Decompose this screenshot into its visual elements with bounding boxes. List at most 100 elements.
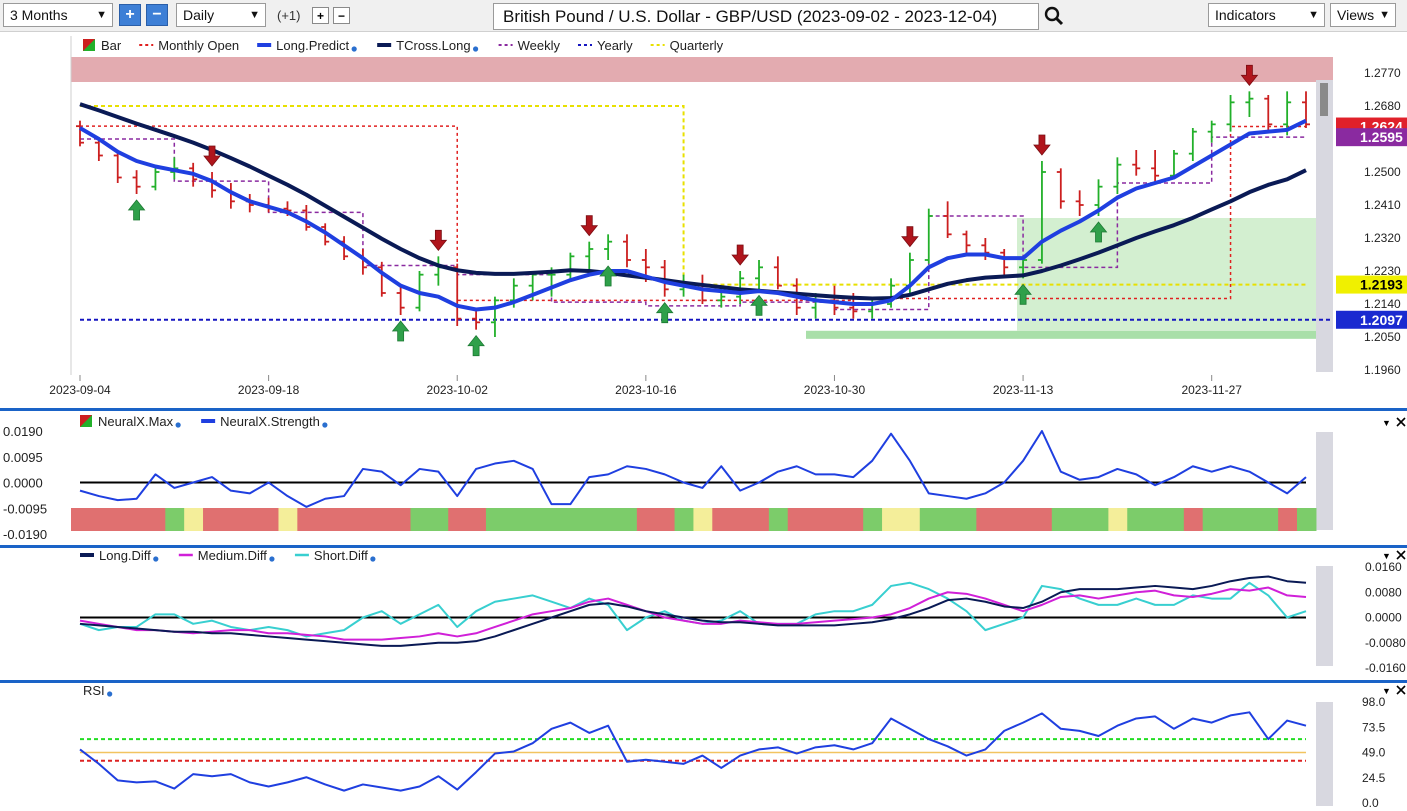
neural-scrollbar[interactable] xyxy=(1316,432,1333,530)
neuralx-max-block xyxy=(863,508,883,531)
neuralx-max-block xyxy=(806,508,827,531)
neuralx-max-block xyxy=(221,508,242,531)
medium-diff-line xyxy=(79,586,1307,641)
rsi-axis-label: 24.5 xyxy=(1362,771,1386,785)
short-diff-line xyxy=(79,581,1307,638)
neuralx-max-block xyxy=(71,508,91,531)
price-axis-label: 1.2770 xyxy=(1364,66,1401,80)
price-scrollbar-thumb[interactable] xyxy=(1320,83,1328,116)
price-axis-label: 1.2500 xyxy=(1364,165,1401,179)
chart-area[interactable]: 1.27701.26801.25001.24101.23201.22301.21… xyxy=(0,32,1407,811)
legend-dot-icon xyxy=(351,46,357,52)
rsi-axis-label: 49.0 xyxy=(1362,746,1386,760)
legend-label: Yearly xyxy=(597,38,633,53)
neuralx-max-block xyxy=(89,508,110,531)
range-dropdown[interactable]: 3 Months ▼ xyxy=(3,3,113,27)
neuralx-max-block xyxy=(995,508,1015,531)
pane-collapse-icon: ▼ xyxy=(1382,686,1391,696)
indicators-dropdown[interactable]: Indicators ▼ xyxy=(1208,3,1325,27)
legend-label: RSI xyxy=(83,683,105,698)
price-axis-label: 1.1960 xyxy=(1364,363,1401,377)
resistance-zone xyxy=(71,57,1333,82)
legend-label: Monthly Open xyxy=(158,38,239,53)
zoom-out-button[interactable]: − xyxy=(146,4,168,26)
pane-collapse-icon: ▼ xyxy=(1382,418,1391,428)
indicators-label: Indicators xyxy=(1215,7,1276,23)
neuralx-max-block xyxy=(636,508,657,531)
neuralx-max-block xyxy=(825,508,845,531)
date-axis-label: 2023-10-02 xyxy=(427,383,489,397)
diff-pane[interactable]: 0.0160 0.0080 0.0000 -0.0080 -0.0160 Long.Dif… xyxy=(79,548,1406,675)
rsi-axis-label: 98.0 xyxy=(1362,695,1386,709)
rsi-pane[interactable]: 98.0 73.5 49.0 24.5 0.0 RSI ▼ xyxy=(79,683,1406,810)
zoom-in-button[interactable]: + xyxy=(119,4,141,26)
neuralx-max-block xyxy=(335,508,355,531)
neuralx-max-block xyxy=(259,508,280,531)
diff-legend-item[interactable]: Long.Diff xyxy=(80,548,159,563)
neural-legend-item[interactable]: NeuralX.Strength xyxy=(201,414,328,429)
neuralx-max-block xyxy=(542,508,562,531)
price-scrollbar[interactable] xyxy=(1316,80,1333,372)
diff-scrollbar[interactable] xyxy=(1316,566,1333,666)
main-legend-item[interactable]: Bar xyxy=(83,38,122,53)
chevron-down-icon: ▼ xyxy=(96,9,107,21)
price-axis-label: 1.2050 xyxy=(1364,330,1401,344)
neuralx-max-block xyxy=(1070,508,1091,531)
neuralx-max-block xyxy=(1183,508,1204,531)
neuralx-max-block xyxy=(353,508,374,531)
diff-axis-label: -0.0080 xyxy=(1365,636,1406,650)
neuralx-max-block xyxy=(278,508,298,531)
increment-minus-button[interactable]: − xyxy=(333,7,350,24)
legend-label: TCross.Long xyxy=(396,38,470,53)
pane-separator xyxy=(0,545,1407,548)
neural-axis-label: 0.0095 xyxy=(3,450,43,465)
date-axis-label: 2023-11-13 xyxy=(993,383,1054,397)
neuralx-max-block xyxy=(1146,508,1166,531)
neuralx-max-block xyxy=(1259,508,1279,531)
neuralx-max-block xyxy=(938,508,959,531)
neuralx-max-block xyxy=(184,508,204,531)
diff-close-icon[interactable] xyxy=(1396,550,1406,560)
support-zone-upper xyxy=(1017,218,1333,331)
neuralx-max-block xyxy=(1089,508,1109,531)
legend-label: Bar xyxy=(101,38,122,53)
diff-legend-item[interactable]: Medium.Diff xyxy=(178,548,275,563)
neural-axis-label: 0.0000 xyxy=(3,476,43,491)
neuralx-max-block xyxy=(900,508,921,531)
rsi-close-icon[interactable] xyxy=(1396,685,1406,695)
rsi-scrollbar[interactable] xyxy=(1316,702,1333,806)
neuralx-max-block xyxy=(316,508,336,531)
neural-close-icon[interactable] xyxy=(1396,417,1406,427)
neuralx-pane[interactable]: 0.0190 0.0095 0.0000 -0.0095 -0.0190 NeuralX.… xyxy=(3,414,1406,542)
neural-axis-label: -0.0095 xyxy=(3,501,47,516)
views-dropdown[interactable]: Views ▼ xyxy=(1330,3,1396,27)
neuralx-max-block xyxy=(1108,508,1128,531)
neuralx-max-block xyxy=(429,508,449,531)
top-toolbar: 3 Months ▼ + − Daily ▼ (+1) + − British … xyxy=(0,0,1407,32)
interval-value: Daily xyxy=(183,7,215,23)
main-price-pane[interactable]: 1.27701.26801.25001.24101.23201.22301.21… xyxy=(0,36,1407,408)
legend-dot-icon xyxy=(472,46,479,52)
neuralx-max-block xyxy=(1127,508,1147,531)
neuralx-max-block xyxy=(240,508,261,531)
search-icon[interactable] xyxy=(1043,5,1065,27)
neuralx-max-block xyxy=(731,508,751,531)
neuralx-max-block xyxy=(391,508,412,531)
neuralx-max-block xyxy=(1051,508,1072,531)
increment-plus-button[interactable]: + xyxy=(312,7,329,24)
neuralx-strength-line xyxy=(79,430,1307,508)
diff-axis-label: 0.0000 xyxy=(1365,611,1402,625)
neuralx-max-block xyxy=(146,508,166,531)
neuralx-max-block xyxy=(165,508,185,531)
increment-label: (+1) xyxy=(277,8,301,23)
price-axis-label: 1.2680 xyxy=(1364,99,1401,113)
interval-dropdown[interactable]: Daily ▼ xyxy=(176,3,266,27)
neuralx-max-block xyxy=(599,508,619,531)
legend-dot-icon xyxy=(107,691,113,697)
rsi-legend-item[interactable]: RSI xyxy=(83,683,113,698)
symbol-title[interactable]: British Pound / U.S. Dollar - GBP/USD (2… xyxy=(493,3,1039,30)
neural-legend-item[interactable]: NeuralX.Max xyxy=(80,414,181,429)
date-axis-label: 2023-10-30 xyxy=(804,383,866,397)
neuralx-max-block xyxy=(693,508,713,531)
diff-legend-item[interactable]: Short.Diff xyxy=(294,548,376,563)
